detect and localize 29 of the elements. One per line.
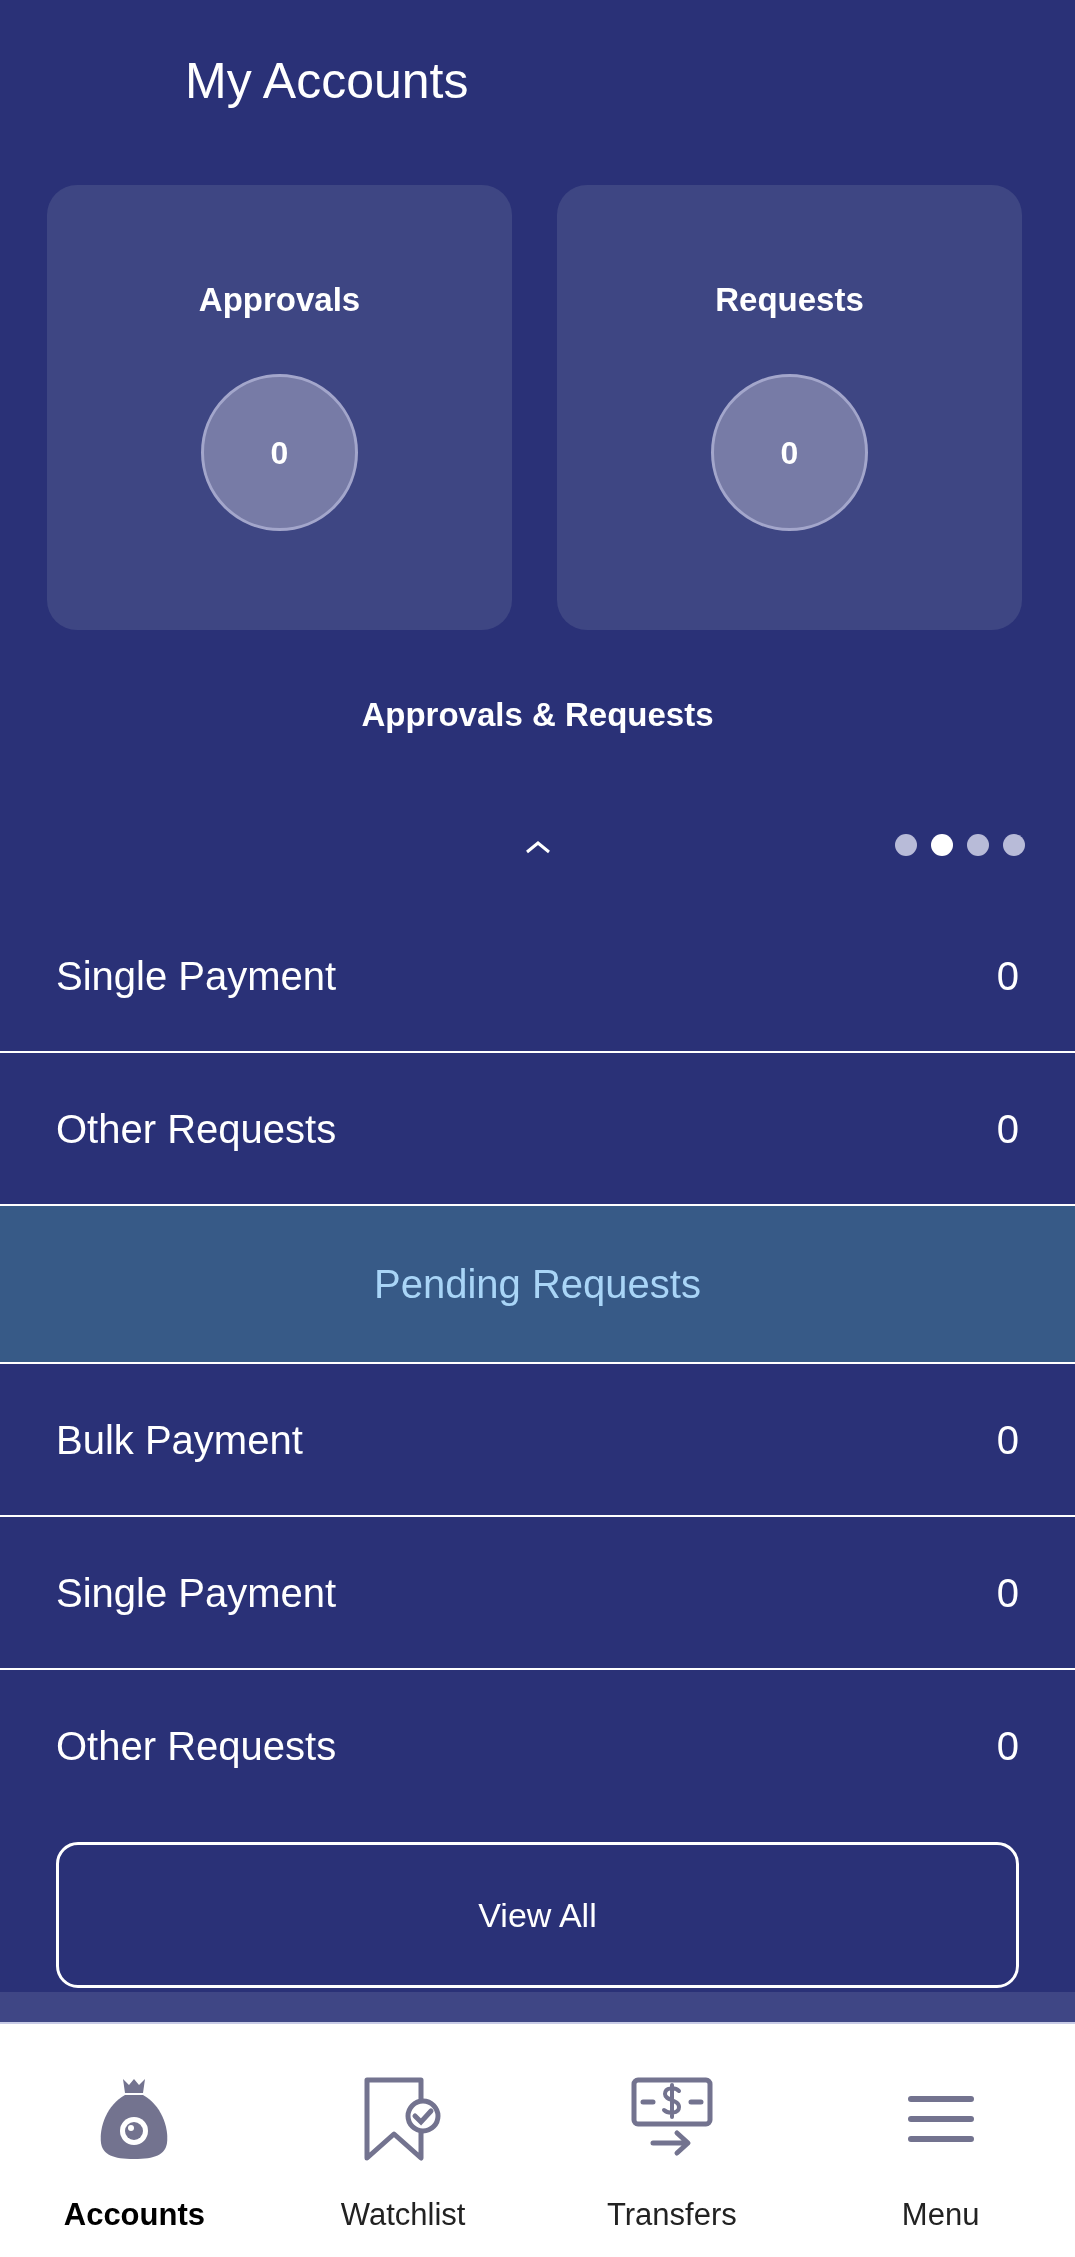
row-label: Single Payment	[56, 957, 337, 1000]
nav-tab[interactable]: Transfers	[537, 2024, 807, 2257]
card-label: Approvals	[198, 279, 361, 320]
collapse-chevron-icon[interactable]	[524, 840, 551, 854]
view-all-button[interactable]: View All	[56, 1842, 1019, 1988]
row-count: 0	[996, 1105, 1019, 1153]
nav-tab[interactable]: Accounts	[0, 2024, 269, 2257]
carousel-caption: Approvals & Requests	[361, 694, 714, 735]
row-count: 0	[996, 1722, 1019, 1770]
summary-card[interactable]: Requests 0	[557, 184, 1022, 630]
row-label: Other Requests	[56, 1722, 337, 1770]
request-row[interactable]: Single Payment 0	[0, 1517, 1075, 1670]
row-label: Bulk Payment	[56, 1416, 303, 1464]
menu-icon	[906, 2093, 975, 2145]
section-header: Pending Requests	[0, 1206, 1075, 1364]
row-label: Other Requests	[56, 1105, 337, 1153]
row-label: Single Payment	[56, 1569, 337, 1617]
request-row[interactable]: Bulk Payment 0	[0, 1364, 1075, 1517]
row-count: 0	[996, 957, 1019, 1000]
page-title: My Accounts	[185, 52, 469, 111]
row-count: 0	[996, 1569, 1019, 1617]
summary-card[interactable]: Approvals 0	[47, 184, 512, 630]
card-label: Requests	[715, 279, 864, 320]
nav-tab[interactable]: Menu	[806, 2024, 1075, 2257]
nav-tab[interactable]: Watchlist	[268, 2024, 538, 2257]
request-row[interactable]: Other Requests 0	[0, 1670, 1075, 1807]
money-bag-icon	[99, 2077, 170, 2161]
row-count: 0	[996, 1416, 1019, 1464]
request-row[interactable]: Single Payment 0	[0, 957, 1075, 1053]
